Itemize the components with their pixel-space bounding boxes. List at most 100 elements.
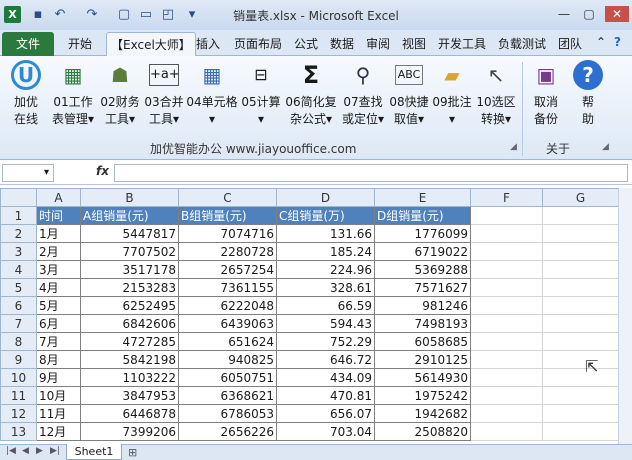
selection-convert-button[interactable]: ↖ 10选区 转换▾ xyxy=(474,60,518,128)
empty-cell[interactable] xyxy=(470,350,543,369)
cell[interactable]: 6446878 xyxy=(80,404,179,423)
cell-button[interactable]: ▦ 04单元格 ▾ xyxy=(186,60,238,128)
merge-tools-button[interactable]: +a+ 03合并 工具▾ xyxy=(144,60,184,128)
empty-cell[interactable] xyxy=(470,386,543,405)
row-number[interactable]: 8 xyxy=(0,332,37,351)
cell[interactable]: 7361155 xyxy=(178,278,277,297)
tab-load-test[interactable]: 负载测试 xyxy=(498,35,546,52)
tab-view[interactable]: 视图 xyxy=(402,35,426,52)
tab-excel-master[interactable]: 【Excel大师】 xyxy=(106,32,196,57)
empty-cell[interactable] xyxy=(542,350,619,369)
close-icon[interactable]: ✕ xyxy=(605,6,629,22)
empty-cell[interactable] xyxy=(470,332,543,351)
cell[interactable]: 434.09 xyxy=(276,368,375,387)
row-number[interactable]: 11 xyxy=(0,386,37,405)
cell[interactable]: 2657254 xyxy=(178,260,277,279)
empty-cell[interactable] xyxy=(470,224,543,243)
tab-review[interactable]: 审阅 xyxy=(366,35,390,52)
cell[interactable]: 651624 xyxy=(178,332,277,351)
cell[interactable]: 2910125 xyxy=(374,350,471,369)
cell[interactable]: 1975242 xyxy=(374,386,471,405)
cell[interactable]: 2508820 xyxy=(374,422,471,441)
cell[interactable]: 2月 xyxy=(36,242,81,261)
tab-team[interactable]: 团队 xyxy=(558,35,582,52)
tab-file[interactable]: 文件 xyxy=(2,32,54,56)
cell[interactable]: 940825 xyxy=(178,350,277,369)
empty-cell[interactable] xyxy=(470,404,543,423)
empty-cell[interactable] xyxy=(470,260,543,279)
cell[interactable]: 328.61 xyxy=(276,278,375,297)
cell[interactable]: 9月 xyxy=(36,368,81,387)
empty-cell[interactable] xyxy=(542,206,619,225)
cell[interactable]: 10月 xyxy=(36,386,81,405)
cell[interactable]: 981246 xyxy=(374,296,471,315)
name-box[interactable]: ▾ xyxy=(2,164,54,182)
cell[interactable]: 7571627 xyxy=(374,278,471,297)
cell[interactable]: 656.07 xyxy=(276,404,375,423)
column-header[interactable]: C xyxy=(178,188,277,207)
worksheet-manage-button[interactable]: ▦ 01工作 表管理▾ xyxy=(50,60,96,128)
cell[interactable]: 131.66 xyxy=(276,224,375,243)
select-all-corner[interactable] xyxy=(0,188,37,207)
empty-cell[interactable] xyxy=(470,296,543,315)
cell[interactable]: 6439063 xyxy=(178,314,277,333)
calc-button[interactable]: ⊟ 05计算 ▾ xyxy=(240,60,282,128)
cell[interactable]: 7074716 xyxy=(178,224,277,243)
next-sheet-icon[interactable]: ▶ xyxy=(36,446,43,456)
minimize-icon[interactable]: — xyxy=(555,6,573,22)
cell[interactable]: 1776099 xyxy=(374,224,471,243)
cell[interactable]: 8月 xyxy=(36,350,81,369)
simplify-formula-button[interactable]: Σ 06简化复 杂公式▾ xyxy=(284,60,338,128)
first-sheet-icon[interactable]: |◀ xyxy=(6,446,16,456)
empty-cell[interactable] xyxy=(470,422,543,441)
empty-cell[interactable] xyxy=(542,296,619,315)
cell[interactable]: 11月 xyxy=(36,404,81,423)
empty-cell[interactable] xyxy=(542,314,619,333)
cell[interactable]: 时间 xyxy=(36,206,81,225)
insert-function-icon[interactable]: fx xyxy=(96,164,109,178)
empty-cell[interactable] xyxy=(542,368,619,387)
empty-cell[interactable] xyxy=(542,278,619,297)
finance-tools-button[interactable]: ☗ 02财务 工具▾ xyxy=(100,60,140,128)
empty-cell[interactable] xyxy=(470,206,543,225)
sheet-tab[interactable]: Sheet1 xyxy=(66,444,122,460)
cell[interactable]: 6719022 xyxy=(374,242,471,261)
cell[interactable]: 3月 xyxy=(36,260,81,279)
cell[interactable]: 5447817 xyxy=(80,224,179,243)
cell[interactable]: 5月 xyxy=(36,296,81,315)
empty-cell[interactable] xyxy=(542,386,619,405)
cell[interactable]: 5369288 xyxy=(374,260,471,279)
cell[interactable]: 2280728 xyxy=(178,242,277,261)
jiayou-online-button[interactable]: U 加优 在线 xyxy=(8,60,44,128)
empty-cell[interactable] xyxy=(470,278,543,297)
cell[interactable]: 6842606 xyxy=(80,314,179,333)
last-sheet-icon[interactable]: ▶| xyxy=(50,446,60,456)
row-number[interactable]: 1 xyxy=(0,206,37,225)
cell[interactable]: 594.43 xyxy=(276,314,375,333)
row-number[interactable]: 2 xyxy=(0,224,37,243)
cell[interactable]: 2656226 xyxy=(178,422,277,441)
empty-cell[interactable] xyxy=(542,224,619,243)
empty-cell[interactable] xyxy=(542,422,619,441)
cell[interactable]: 3517178 xyxy=(80,260,179,279)
row-number[interactable]: 5 xyxy=(0,278,37,297)
cell[interactable]: A组销量(元) xyxy=(80,206,179,225)
column-header[interactable]: E xyxy=(374,188,471,207)
column-header[interactable]: B xyxy=(80,188,179,207)
tab-home[interactable]: 开始 xyxy=(68,35,92,52)
cell[interactable]: 5842198 xyxy=(80,350,179,369)
row-number[interactable]: 7 xyxy=(0,314,37,333)
cancel-backup-button[interactable]: ▣ 取消 备份 xyxy=(528,60,564,128)
cell[interactable]: 752.29 xyxy=(276,332,375,351)
help-button[interactable]: ? 帮 助 xyxy=(570,60,606,128)
row-number[interactable]: 12 xyxy=(0,404,37,423)
tab-formulas[interactable]: 公式 xyxy=(294,35,318,52)
ribbon-collapse-icon[interactable]: ⌃ xyxy=(596,35,606,49)
cell[interactable]: 185.24 xyxy=(276,242,375,261)
cell[interactable]: 6058685 xyxy=(374,332,471,351)
vertical-scrollbar[interactable] xyxy=(618,188,632,444)
tab-data[interactable]: 数据 xyxy=(330,35,354,52)
cell[interactable]: 2153283 xyxy=(80,278,179,297)
cell[interactable]: 4月 xyxy=(36,278,81,297)
row-number[interactable]: 3 xyxy=(0,242,37,261)
